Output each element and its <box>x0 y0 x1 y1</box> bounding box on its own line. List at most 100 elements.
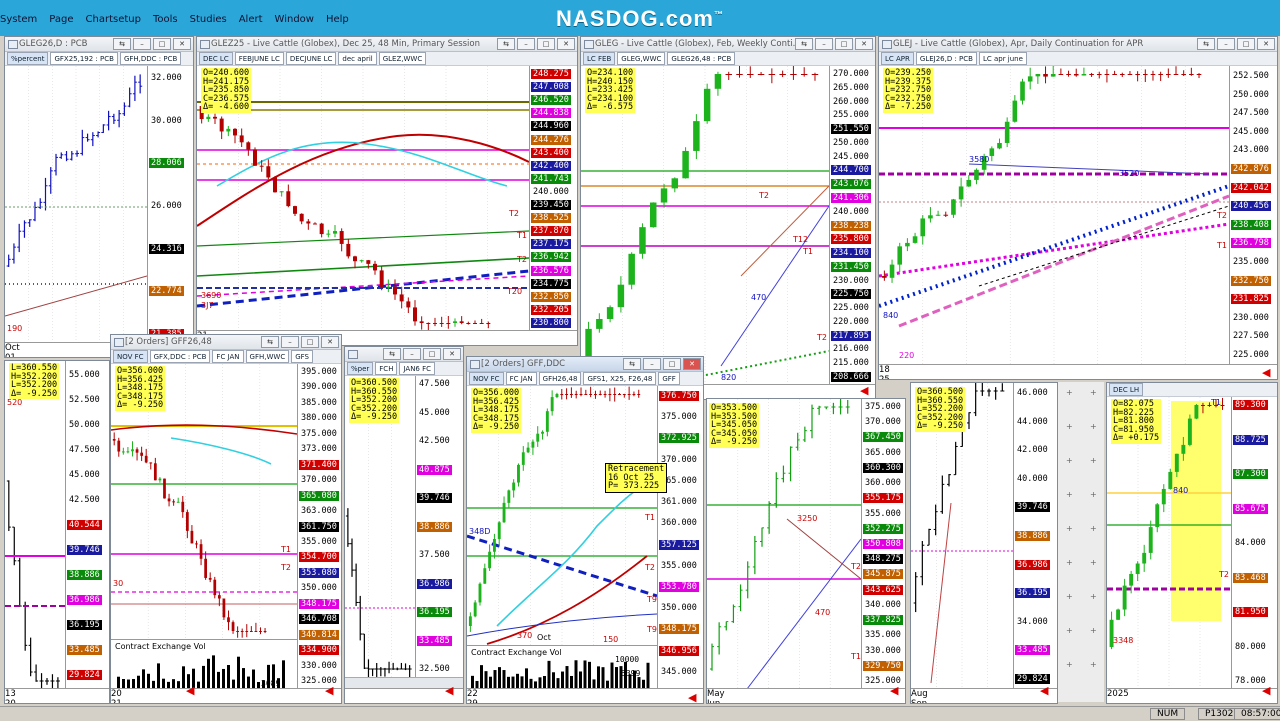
chart-window-gleg-weekly[interactable]: GLEG - Live Cattle (Globex), Feb, Weekly… <box>580 36 876 400</box>
scroll-right-arrow[interactable]: ◀ <box>325 684 333 697</box>
menu-item[interactable]: Tools <box>153 14 178 25</box>
link-button[interactable]: ⇆ <box>113 38 131 50</box>
maximize-button[interactable]: □ <box>301 336 319 348</box>
window-titlebar[interactable]: [2 Orders] GFF,DDC ⇆ – □ ✕ <box>467 357 703 372</box>
scroll-right-arrow[interactable]: ◀ <box>688 691 696 704</box>
close-button[interactable]: ✕ <box>683 358 701 370</box>
menu-item[interactable]: Chartsetup <box>86 14 141 25</box>
volume-bar <box>152 680 155 688</box>
window-titlebar[interactable]: ⇆ – □ ✕ <box>345 347 463 362</box>
symbol-tab[interactable]: %per <box>347 362 374 375</box>
menu-item[interactable]: Page <box>49 14 73 25</box>
maximize-button[interactable]: □ <box>835 38 853 50</box>
link-button[interactable]: ⇆ <box>383 348 401 360</box>
window-titlebar[interactable]: GLEG26,D : PCB ⇆ – □ ✕ <box>5 37 193 52</box>
chart-window-fc-weekly[interactable]: 3250 470 T2 T1 O=353.500 H=353.500 L=345.05… <box>706 398 906 704</box>
close-button[interactable]: ✕ <box>443 348 461 360</box>
symbol-tab[interactable]: LC APR <box>881 52 914 65</box>
symbol-tab[interactable]: dec april <box>338 52 377 65</box>
menu-item[interactable]: Studies <box>190 14 227 25</box>
scroll-right-arrow[interactable]: ◀ <box>445 684 453 697</box>
symbol-tab[interactable]: GLEG,WWC <box>617 52 666 65</box>
chart-window-gff26-48min[interactable]: [2 Orders] GFF26,48 ⇆ – □ ✕ NOV FC GFX,DDC :… <box>110 334 342 704</box>
window-titlebar[interactable]: GLEG - Live Cattle (Globex), Feb, Weekly… <box>581 37 875 52</box>
tab-dec-lh[interactable]: DEC LH <box>1109 383 1144 396</box>
symbol-tab[interactable]: GFH,DDC : PCB <box>119 52 182 65</box>
maximize-button[interactable]: □ <box>537 38 555 50</box>
price-candle <box>240 628 244 638</box>
maximize-button[interactable]: □ <box>153 38 171 50</box>
symbol-tab[interactable]: LC FEB <box>583 52 616 65</box>
symbol-tab[interactable]: NOV FC <box>469 372 504 385</box>
price-bar <box>111 113 116 124</box>
symbol-tab[interactable]: GFS <box>291 350 313 363</box>
price-bar <box>927 528 931 546</box>
scroll-right-arrow[interactable]: ◀ <box>860 384 868 397</box>
symbol-tab[interactable]: GLEJ26,D : PCB <box>915 52 977 65</box>
symbol-tab[interactable]: GFF <box>658 372 680 385</box>
link-button[interactable]: ⇆ <box>1197 38 1215 50</box>
chart-window-gff-ddc[interactable]: [2 Orders] GFF,DDC ⇆ – □ ✕ NOV FC FC JAN GFH2… <box>466 356 704 704</box>
window-titlebar[interactable]: [2 Orders] GFF26,48 ⇆ – □ ✕ <box>111 335 341 350</box>
menu-item[interactable]: System <box>0 14 37 25</box>
minimize-button[interactable]: – <box>815 38 833 50</box>
minimize-button[interactable]: – <box>1217 38 1235 50</box>
symbol-tab[interactable]: DEC LC <box>199 52 233 65</box>
symbol-tab[interactable]: GFX,DDC : PCB <box>149 350 211 363</box>
scroll-right-arrow[interactable]: ◀ <box>1040 684 1048 697</box>
link-button[interactable]: ⇆ <box>261 336 279 348</box>
minimize-button[interactable]: – <box>643 358 661 370</box>
window-titlebar[interactable]: GLEZ25 - Live Cattle (Globex), Dec 25, 4… <box>197 37 577 52</box>
chart-window-gleg26-daily[interactable]: GLEG26,D : PCB ⇆ – □ ✕ %percent GFX25,192 : … <box>4 36 194 358</box>
window-titlebar[interactable]: GLEJ - Live Cattle (Globex), Apr, Daily … <box>879 37 1277 52</box>
symbol-tab[interactable]: GFH26,48 <box>538 372 582 385</box>
price-level-tag: 340.814 <box>299 629 339 640</box>
close-button[interactable]: ✕ <box>557 38 575 50</box>
chart-window-dec-lh[interactable]: DEC LH 3348 T1 T2 840 O=82.075 H=82.225 L=8… <box>1106 382 1278 704</box>
scroll-right-arrow[interactable]: ◀ <box>186 684 194 697</box>
symbol-tab[interactable]: JAN6 FC <box>399 362 436 375</box>
close-button[interactable]: ✕ <box>855 38 873 50</box>
symbol-tab[interactable]: DECJUNE LC <box>285 52 337 65</box>
symbol-tab[interactable]: FEBJUNE LC <box>234 52 284 65</box>
symbol-tab[interactable]: GLEZ,WWC <box>378 52 427 65</box>
symbol-tab[interactable]: GLEG26,48 : PCB <box>667 52 736 65</box>
menu-item[interactable]: Alert <box>239 14 263 25</box>
menu-item[interactable]: Window <box>275 14 314 25</box>
link-button[interactable]: ⇆ <box>497 38 515 50</box>
scroll-right-arrow[interactable]: ◀ <box>1262 366 1270 379</box>
maximize-button[interactable]: □ <box>423 348 441 360</box>
chart-window-spread-weekly[interactable]: O=360.500 H=360.550 L=352.200 C=352.200 … <box>910 382 1058 704</box>
symbol-tab[interactable]: %percent <box>7 52 49 65</box>
close-button[interactable]: ✕ <box>173 38 191 50</box>
chart-annotation: 220 <box>899 351 914 360</box>
volume-bar <box>484 671 488 688</box>
close-button[interactable]: ✕ <box>321 336 339 348</box>
minimize-button[interactable]: – <box>403 348 421 360</box>
chart-window-fch-percent[interactable]: ⇆ – □ ✕ %per FCH JAN6 FC O=360.500 H=360.550 … <box>344 346 464 704</box>
maximize-button[interactable]: □ <box>663 358 681 370</box>
close-button[interactable]: ✕ <box>1257 38 1275 50</box>
link-button[interactable]: ⇆ <box>795 38 813 50</box>
symbol-tab[interactable]: LC apr june <box>978 52 1027 65</box>
chart-window-glej-daily[interactable]: GLEJ - Live Cattle (Globex), Apr, Daily … <box>878 36 1278 380</box>
minimize-button[interactable]: – <box>517 38 535 50</box>
symbol-tab[interactable]: FC JAN <box>212 350 244 363</box>
link-button[interactable]: ⇆ <box>623 358 641 370</box>
scroll-right-arrow[interactable]: ◀ <box>890 684 898 697</box>
symbol-tab[interactable]: FC JAN <box>505 372 537 385</box>
chart-window-spread-daily[interactable]: 520 L=360.550 H=352.200 L=352.200 Δ= -9.… <box>4 360 110 704</box>
price-candle <box>1027 67 1033 90</box>
price-candle <box>512 479 516 498</box>
scroll-right-arrow[interactable]: ◀ <box>1262 684 1270 697</box>
chart-window-glez25-48min[interactable]: GLEZ25 - Live Cattle (Globex), Dec 25, 4… <box>196 36 578 346</box>
symbol-tab[interactable]: GFX25,192 : PCB <box>50 52 118 65</box>
minimize-button[interactable]: – <box>133 38 151 50</box>
symbol-tab[interactable]: GFS1, X25, F26,48 <box>583 372 657 385</box>
menu-item[interactable]: Help <box>326 14 349 25</box>
symbol-tab[interactable]: GFH,WWC <box>245 350 290 363</box>
maximize-button[interactable]: □ <box>1237 38 1255 50</box>
symbol-tab[interactable]: NOV FC <box>113 350 148 363</box>
symbol-tab[interactable]: FCH <box>375 362 398 375</box>
minimize-button[interactable]: – <box>281 336 299 348</box>
